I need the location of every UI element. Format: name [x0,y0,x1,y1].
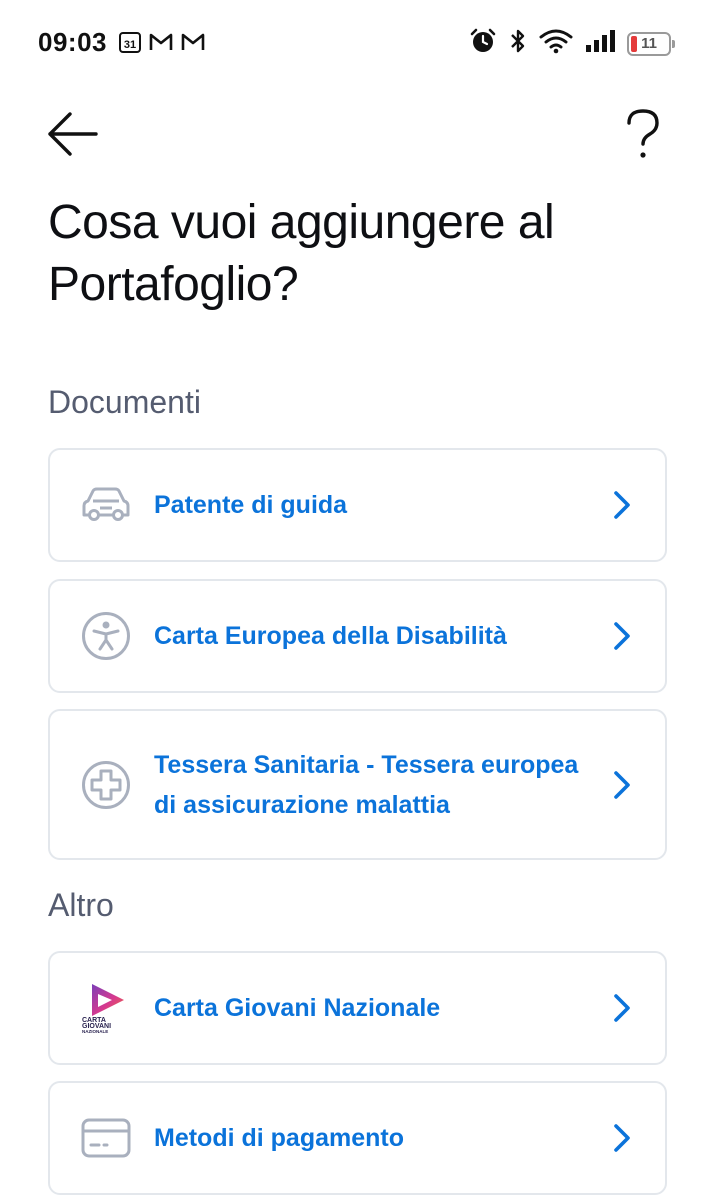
section-title-documenti: Documenti [48,384,201,421]
list-item-carta-giovani-nazionale[interactable]: CARTA GIOVANI NAZIONALE Carta Giovani Na… [48,951,667,1065]
question-mark-icon [626,109,660,164]
item-label: Carta Europea della Disabilità [154,616,585,656]
item-label: Metodi di pagamento [154,1118,585,1158]
gmail-icon [148,31,174,58]
car-icon [80,479,132,531]
page-title: Cosa vuoi aggiungere al Portafoglio? [48,192,668,316]
bluetooth-icon [509,27,527,60]
carta-giovani-logo: CARTA GIOVANI NAZIONALE [80,982,132,1034]
list-item-patente-di-guida[interactable]: Patente di guida [48,448,667,562]
list-item-tessera-sanitaria[interactable]: Tessera Sanitaria - Tessera europea di a… [48,709,667,860]
item-label: Tessera Sanitaria - Tessera europea di a… [154,745,585,825]
list-item-carta-europea-disabilita[interactable]: Carta Europea della Disabilità [48,579,667,693]
system-icons: 11 [469,27,671,60]
chevron-right-icon [607,1123,637,1153]
arrow-left-icon [46,112,98,161]
chevron-right-icon [607,490,637,520]
item-label: Carta Giovani Nazionale [154,988,585,1028]
status-bar: 09:03 31 [0,0,715,86]
health-cross-icon [80,759,132,811]
signal-icon [585,29,615,58]
battery-fill [631,36,637,52]
payment-card-icon [80,1112,132,1164]
gmail-icon [180,31,206,58]
chevron-right-icon [607,770,637,800]
section-title-altro: Altro [48,887,114,924]
chevron-right-icon [607,621,637,651]
logo-text-nazionale: NAZIONALE [82,1029,108,1034]
accessibility-icon [80,610,132,662]
calendar-day: 31 [124,39,136,51]
battery-icon: 11 [627,32,671,56]
item-label: Patente di guida [154,485,585,525]
wifi-icon [539,28,573,59]
status-time: 09:03 [38,27,107,58]
list-item-metodi-di-pagamento[interactable]: Metodi di pagamento [48,1081,667,1195]
notification-icons: 31 [118,30,206,59]
help-button[interactable] [615,108,671,164]
back-button[interactable] [44,108,100,164]
chevron-right-icon [607,993,637,1023]
battery-level: 11 [641,35,657,52]
alarm-icon [469,27,497,60]
calendar-icon: 31 [118,30,142,59]
